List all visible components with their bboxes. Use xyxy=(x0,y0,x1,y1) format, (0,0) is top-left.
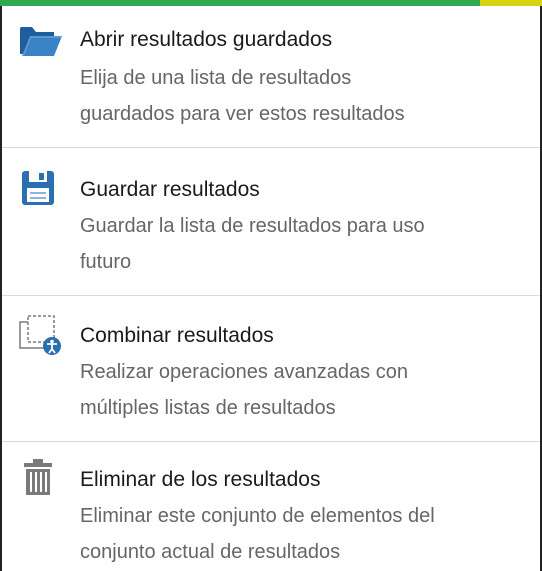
menu-item-description-line-2: múltiples listas de resultados xyxy=(80,397,336,419)
menu-item-description-line-1: Eliminar este conjunto de elementos del xyxy=(80,505,435,527)
menu-item-save-results[interactable]: Guardar resultados Guardar la lista de r… xyxy=(2,148,540,296)
menu-item-description-line-1: Realizar operaciones avanzadas con xyxy=(80,361,408,383)
menu-item-remove-from-results[interactable]: Eliminar de los resultados Eliminar este… xyxy=(2,442,540,571)
combine-results-icon xyxy=(18,314,61,355)
menu-item-open-saved-results[interactable]: Abrir resultados guardados Elija de una … xyxy=(2,6,540,148)
menu-item-description-line-2: guardados para ver estos resultados xyxy=(80,103,405,125)
menu-item-title: Abrir resultados guardados xyxy=(80,28,333,51)
menu-item-description-line-2: conjunto actual de resultados xyxy=(80,541,341,563)
folder-open-icon xyxy=(18,20,62,60)
menu-item-title: Combinar resultados xyxy=(80,324,274,347)
menu-item-title: Guardar resultados xyxy=(80,178,260,201)
menu-item-title: Eliminar de los resultados xyxy=(80,468,321,491)
trash-icon xyxy=(22,458,64,498)
menu-item-description-line-1: Elija de una lista de resultados xyxy=(80,67,352,89)
results-options-menu: Abrir resultados guardados Elija de una … xyxy=(2,6,540,571)
results-options-panel: Abrir resultados guardados Elija de una … xyxy=(0,6,542,571)
menu-item-description-line-1: Guardar la lista de resultados para uso xyxy=(80,215,425,237)
save-icon xyxy=(18,168,60,208)
menu-item-combine-results[interactable]: Combinar resultados Realizar operaciones… xyxy=(2,296,540,442)
menu-item-description-line-2: futuro xyxy=(80,251,132,273)
